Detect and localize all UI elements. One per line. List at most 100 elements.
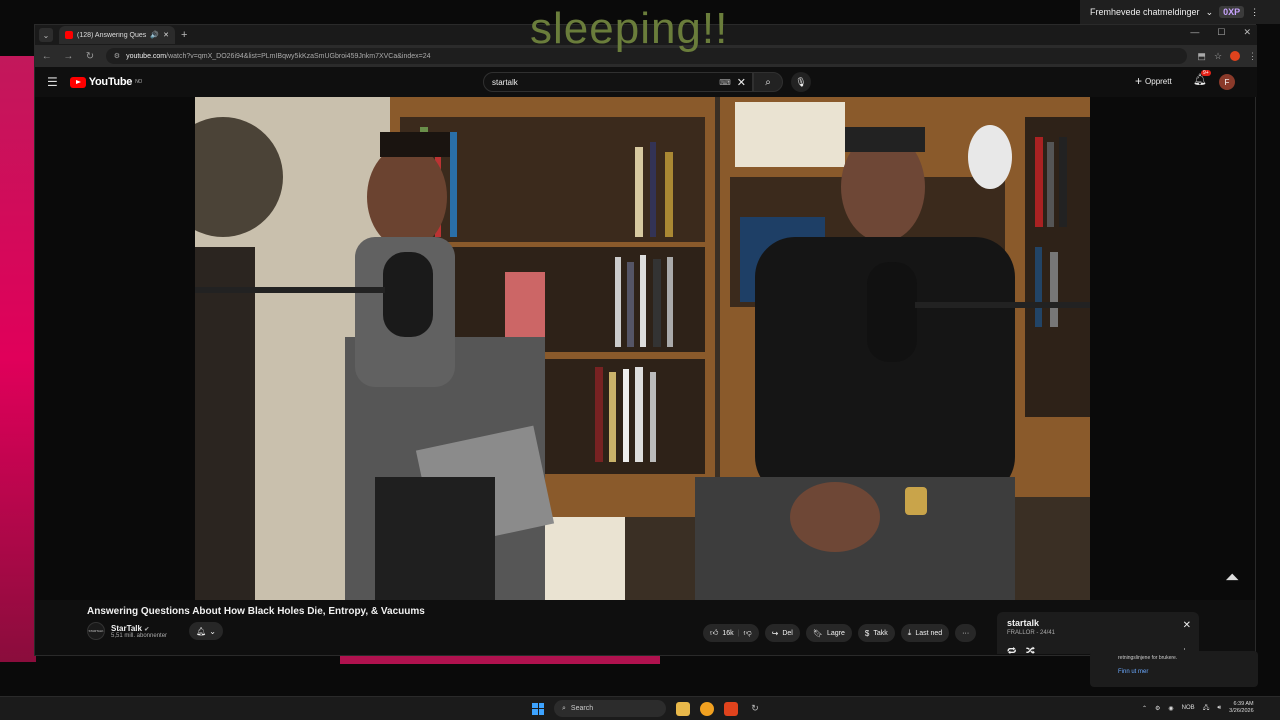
playlist-controls: 🔁︎ 🔀︎ bbox=[1007, 645, 1035, 658]
download-label: Last ned bbox=[915, 629, 943, 637]
taskbar-center: ⌕ Search ↻ bbox=[532, 700, 762, 717]
youtube-logo[interactable]: YouTube NO bbox=[69, 76, 142, 88]
bell-icon: 🔔︎ bbox=[196, 626, 207, 636]
shuffle-icon[interactable]: 🔀︎ bbox=[1026, 645, 1035, 658]
notification-badge: 9+ bbox=[1201, 70, 1211, 76]
chevron-down-icon[interactable]: ⌄ bbox=[1206, 7, 1214, 18]
more-actions-button[interactable]: ··· bbox=[955, 624, 977, 642]
playlist-title: startalk bbox=[1007, 618, 1040, 628]
verified-icon: ✔ bbox=[144, 626, 150, 633]
thanks-button[interactable]: $ Takk bbox=[857, 624, 895, 642]
channel-avatar[interactable]: STARTALK bbox=[87, 622, 105, 640]
bookmark-star-icon[interactable]: ☆ bbox=[1214, 51, 1222, 62]
profile-icon[interactable] bbox=[1230, 51, 1241, 61]
share-button[interactable]: ↪ Del bbox=[764, 624, 800, 642]
loop-icon[interactable]: 🔁︎ bbox=[1007, 645, 1016, 658]
minimize-button[interactable]: — bbox=[1190, 27, 1199, 38]
plus-icon: + bbox=[1135, 74, 1143, 88]
speaker-icon[interactable]: 🔊 bbox=[150, 31, 159, 39]
window-controls: — ☐ ✕ bbox=[1190, 27, 1251, 38]
stream-decoration-strip bbox=[340, 656, 660, 664]
video-title: Answering Questions About How Black Hole… bbox=[87, 606, 425, 617]
search-value: startalk bbox=[492, 77, 518, 87]
tray-app-icon[interactable]: ◉ bbox=[1168, 705, 1173, 712]
taskbar-search[interactable]: ⌕ Search bbox=[554, 700, 666, 717]
tab-close-icon[interactable]: ✕ bbox=[163, 31, 169, 39]
toast-link[interactable]: Finn ut mer bbox=[1118, 669, 1230, 675]
language-indicator[interactable]: NOB bbox=[1182, 705, 1195, 711]
new-tab-button[interactable]: + bbox=[181, 29, 187, 41]
tab-search-button[interactable]: ⌄ bbox=[39, 28, 53, 42]
channel-watermark-icon[interactable]: ⏶ bbox=[1225, 567, 1239, 588]
windows-start-icon[interactable] bbox=[532, 702, 544, 715]
video-actions: 👍︎ 16k | 👎︎ ↪ Del 🔖︎ Lagre $ Takk ⤓ Last… bbox=[703, 624, 977, 642]
taskbar-search-text: Search bbox=[570, 705, 594, 712]
youtube-play-icon bbox=[69, 76, 86, 88]
menu-icon[interactable]: ☰ bbox=[47, 75, 58, 89]
close-window-button[interactable]: ✕ bbox=[1243, 27, 1251, 38]
keyboard-icon[interactable]: ⌨ bbox=[719, 78, 731, 87]
super-thanks-icon: $ bbox=[864, 628, 870, 638]
download-icon: ⤓ bbox=[907, 628, 912, 637]
tray-app-icon[interactable]: ⚙ bbox=[1155, 705, 1160, 712]
playlist-panel[interactable]: startalk FRALLOR - 24/41 ✕ 🔁︎ 🔀︎ ⋮ bbox=[997, 612, 1199, 657]
voice-search-button[interactable]: 🎙 bbox=[791, 72, 811, 92]
back-icon[interactable]: ← bbox=[41, 51, 53, 62]
avatar[interactable]: F bbox=[1219, 74, 1235, 90]
youtube-favicon-icon bbox=[65, 31, 73, 39]
stream-overlay-text: sleeping!! bbox=[530, 4, 729, 53]
save-label: Lagre bbox=[827, 629, 845, 637]
channel-name-text: StarTalk bbox=[111, 623, 142, 633]
more-icon: ··· bbox=[962, 629, 970, 637]
create-button[interactable]: + Opprett bbox=[1135, 74, 1172, 88]
network-icon[interactable]: 🖧︎ bbox=[1203, 703, 1210, 713]
channel-name[interactable]: StarTalk ✔ bbox=[111, 624, 167, 633]
search-input[interactable]: startalk ⌨ ✕ bbox=[483, 72, 753, 92]
more-icon[interactable]: ⋮ bbox=[1250, 7, 1259, 18]
reload-icon[interactable]: ↻ bbox=[84, 51, 96, 62]
playlist-subtitle: FRALLOR - 24/41 bbox=[1007, 630, 1056, 636]
close-icon[interactable]: ✕ bbox=[1183, 620, 1191, 631]
bookmark-icon: 🔖︎ bbox=[812, 628, 823, 638]
screen: Fremhevede chatmeldinger ⌄ 0XP ⋮ ⌄ (128)… bbox=[0, 0, 1280, 720]
thumbs-down-icon[interactable]: 👎︎ bbox=[744, 628, 752, 638]
clock-time: 6:39 AM bbox=[1233, 701, 1254, 707]
like-button[interactable]: 👍︎ 16k | 👎︎ bbox=[703, 624, 759, 642]
search-icon: ⌕ bbox=[765, 76, 771, 88]
chevron-down-icon: ⌄ bbox=[209, 626, 216, 636]
subscription-bell-button[interactable]: 🔔︎ ⌄ bbox=[189, 622, 224, 640]
maximize-button[interactable]: ☐ bbox=[1217, 27, 1225, 38]
subscriber-count: 5,51 mill. abonnenter bbox=[111, 632, 168, 639]
chrome-icon[interactable] bbox=[700, 701, 714, 716]
brave-icon[interactable] bbox=[724, 701, 738, 716]
share-icon: ↪ bbox=[771, 628, 779, 638]
clock[interactable]: 6:39 AM 3/26/2026 bbox=[1229, 701, 1253, 715]
tray-overflow-icon[interactable]: ⌃ bbox=[1142, 705, 1147, 712]
microphone-icon: 🎙 bbox=[795, 76, 807, 87]
app-icon[interactable]: ↻ bbox=[748, 702, 762, 716]
site-info-icon[interactable]: ⚙ bbox=[114, 52, 120, 60]
install-app-icon[interactable]: ⬒ bbox=[1197, 51, 1206, 62]
download-button[interactable]: ⤓ Last ned bbox=[900, 624, 950, 642]
notifications-button[interactable]: 🔔︎ 9+ bbox=[1193, 70, 1211, 86]
volume-icon[interactable]: 🔊︎ bbox=[1217, 705, 1221, 712]
like-count: 16k bbox=[722, 629, 734, 637]
url-path: /watch?v=qmX_DO26i94&list=PLmIBqwy5kKzaS… bbox=[166, 52, 431, 60]
browser-menu-icon[interactable]: ⋮ bbox=[1248, 51, 1257, 62]
tab-youtube[interactable]: (128) Answering Questions... 🔊 ✕ bbox=[59, 26, 175, 44]
clear-search-icon[interactable]: ✕ bbox=[737, 76, 746, 89]
stream-chat-header[interactable]: Fremhevede chatmeldinger ⌄ 0XP ⋮ bbox=[1080, 0, 1280, 24]
notification-toast: retningslinjene for brukere. Finn ut mer bbox=[1090, 651, 1258, 687]
youtube-header: ☰ YouTube NO startalk ⌨ ✕ ⌕ 🎙 + Opprett … bbox=[35, 67, 1257, 97]
forward-icon[interactable]: → bbox=[63, 51, 75, 62]
video-player[interactable] bbox=[195, 97, 1090, 600]
search-icon: ⌕ bbox=[562, 704, 566, 712]
video-letterbox-left bbox=[35, 97, 195, 600]
file-explorer-icon[interactable] bbox=[676, 701, 690, 716]
system-tray: ⌃ ⚙ ◉ NOB 🖧︎ 🔊︎ 6:39 AM 3/26/2026 bbox=[1142, 701, 1254, 715]
search-button[interactable]: ⌕ bbox=[753, 72, 783, 92]
thanks-label: Takk bbox=[873, 629, 888, 637]
save-button[interactable]: 🔖︎ Lagre bbox=[805, 624, 852, 642]
share-label: Del bbox=[782, 629, 793, 637]
tab-title: (128) Answering Questions... bbox=[77, 31, 147, 39]
